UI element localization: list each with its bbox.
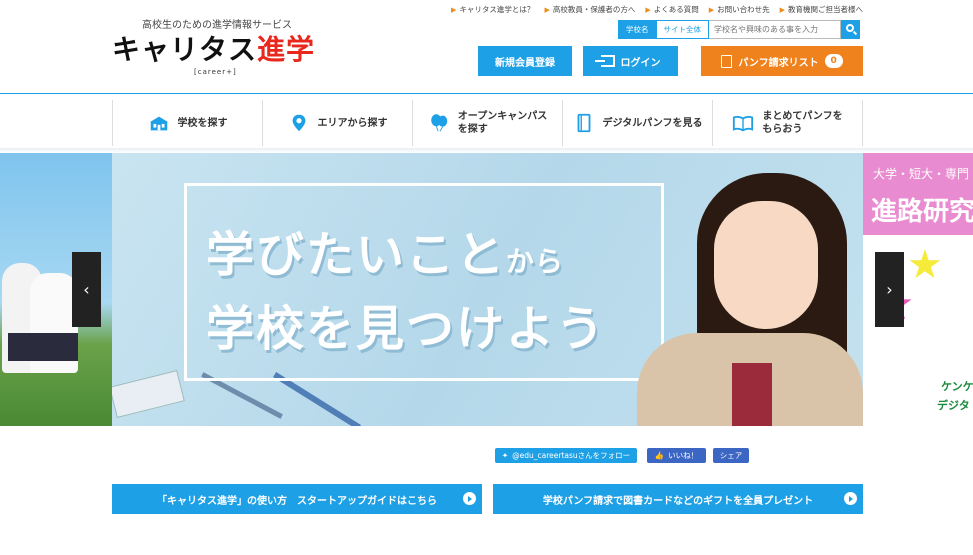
main-nav: 学校を探す エリアから探す オープンキャンパス を探す デジタルパンフを見る まと… — [112, 100, 863, 146]
next-slide-title: 進路研究 — [871, 197, 973, 227]
top-link-contact[interactable]: ▶ お問い合わせ先 — [709, 4, 770, 15]
startup-guide-banner[interactable]: 「キャリタス進学」の使い方 スタートアップガイドはこちら — [112, 484, 482, 514]
logo-text: キャリタス — [112, 33, 258, 66]
nav-search-area[interactable]: エリアから探す — [262, 100, 412, 146]
school-icon — [149, 116, 168, 131]
slider-next-button[interactable]: › — [875, 252, 904, 327]
nav-bulk-pamphlet[interactable]: まとめてパンフを もらおう — [712, 100, 863, 146]
arrow-circle-icon — [844, 492, 857, 505]
top-link-about[interactable]: ▶ キャリタス進学とは？ — [451, 4, 534, 15]
login-icon — [594, 55, 615, 67]
header-divider — [0, 93, 973, 94]
open-book-icon — [733, 115, 754, 132]
arrow-icon: ▶ — [708, 6, 715, 14]
next-slide-text: ケンケ — [941, 380, 973, 393]
pamphlet-count-badge: 0 — [824, 54, 843, 68]
arrow-icon: ▶ — [779, 6, 785, 14]
arrow-circle-icon — [463, 492, 476, 505]
arrow-icon: ▶ — [451, 6, 457, 14]
gift-present-banner[interactable]: 学校パンフ請求で図書カードなどのギフトを全員プレゼント — [493, 484, 863, 514]
page: 高校生のための進学情報サービス キャリタス進学 [career+] ▶ キャリタス… — [0, 0, 973, 555]
hero-headline-line2: 学校を見つけよう — [206, 301, 607, 357]
top-links: ▶ キャリタス進学とは？ ▶ 高校教員・保護者の方へ ▶ よくある質問 ▶ お問い合わせ… — [451, 4, 863, 15]
login-button[interactable]: ログイン — [583, 46, 678, 76]
facebook-like-button[interactable]: 👍 いいね！ — [647, 448, 706, 463]
tagline: 高校生のための進学情報サービス — [142, 20, 292, 31]
arrow-icon: ▶ — [544, 6, 550, 14]
register-button[interactable]: 新規会員登録 — [478, 46, 572, 76]
top-link-faq[interactable]: ▶ よくある質問 — [645, 4, 698, 15]
chevron-right-icon: › — [886, 280, 893, 299]
logo-subtext: [career+] — [194, 68, 237, 76]
search-input[interactable] — [709, 20, 841, 39]
search-button[interactable] — [841, 20, 860, 39]
eraser-illustration — [112, 370, 185, 418]
twitter-follow-button[interactable]: ✦ @edu_careertasuさんをフォロー — [495, 448, 637, 463]
search-tab-site[interactable]: サイト全体 — [656, 20, 709, 39]
site-logo[interactable]: キャリタス進学 [career+] — [112, 33, 316, 77]
next-slide-text: デジタ — [937, 399, 970, 412]
hero-headline-line1: 学びたいことから — [206, 227, 565, 283]
nav-open-campus[interactable]: オープンキャンパス を探す — [412, 100, 562, 146]
book-icon — [577, 113, 590, 133]
logo-text-red: 進学 — [257, 33, 316, 66]
search-bar: 学校名 サイト全体 — [618, 20, 860, 39]
balloon-icon — [431, 114, 448, 132]
hero-slide-current[interactable]: 学びたいことから 学校を見つけよう — [112, 153, 863, 426]
next-slide-text: 大学・短大・専門 — [873, 167, 970, 181]
slider-prev-button[interactable]: ‹ — [72, 252, 101, 327]
top-link-institutions[interactable]: ▶ 教育機関ご担当者様へ — [780, 4, 863, 15]
pamphlet-list-button[interactable]: パンフ請求リスト 0 — [701, 46, 863, 76]
thumbs-up-icon: 👍 — [654, 451, 665, 460]
arrow-icon: ▶ — [645, 6, 651, 14]
facebook-share-button[interactable]: シェア — [713, 448, 749, 463]
chevron-left-icon: ‹ — [83, 280, 90, 299]
nav-search-school[interactable]: 学校を探す — [112, 100, 262, 146]
document-icon — [721, 54, 733, 68]
search-tab-school[interactable]: 学校名 — [618, 20, 657, 39]
nav-digital-pamphlet[interactable]: デジタルパンフを見る — [562, 100, 712, 146]
top-link-teachers[interactable]: ▶ 高校教員・保護者の方へ — [544, 4, 635, 15]
twitter-icon: ✦ — [501, 451, 509, 460]
map-pin-icon — [292, 114, 305, 132]
